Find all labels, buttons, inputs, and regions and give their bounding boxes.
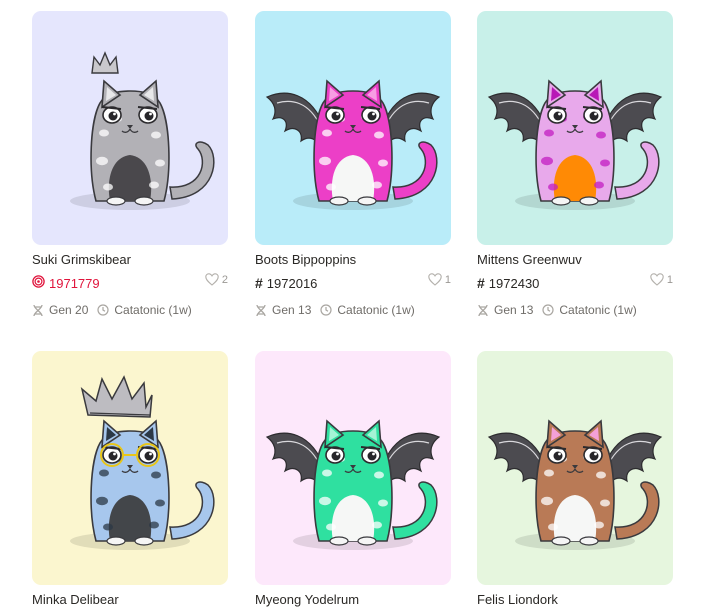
like-count: 1 bbox=[444, 273, 451, 286]
kitty-details-row: Gen 20 Catatonic (1w) bbox=[32, 303, 192, 317]
kitty-name[interactable]: Myeong Yodelrum bbox=[255, 592, 359, 607]
kitty-generation: Gen 13 bbox=[272, 303, 312, 317]
kitty-id-row: 1971779 2 bbox=[32, 273, 228, 293]
kitty-generation: Gen 13 bbox=[494, 303, 534, 317]
kitty-cooldown: Catatonic (1w) bbox=[337, 303, 415, 317]
like-count: 1 bbox=[666, 273, 673, 286]
kitty-id: 1971779 bbox=[49, 275, 100, 291]
kitty-illustration bbox=[70, 51, 215, 210]
kitty-name[interactable]: Minka Delibear bbox=[32, 592, 119, 607]
heart-icon bbox=[205, 273, 219, 286]
hash-icon: # bbox=[255, 275, 263, 291]
kitty-image-tile[interactable] bbox=[477, 11, 673, 245]
kitty-cooldown: Catatonic (1w) bbox=[114, 303, 192, 317]
kitty-id: 1972430 bbox=[488, 275, 540, 291]
kitty-name[interactable]: Mittens Greenwuv bbox=[477, 252, 582, 267]
fancy-id-icon bbox=[32, 275, 45, 291]
kitty-id-row: # 1972430 1 bbox=[477, 273, 673, 293]
kitty-details-row: Gen 13 Catatonic (1w) bbox=[255, 303, 415, 317]
clock-icon bbox=[320, 304, 332, 316]
kitty-illustration bbox=[70, 375, 215, 550]
kitty-id-link[interactable]: # 1972016 bbox=[255, 275, 317, 291]
kitty-id-row: # 1972016 1 bbox=[255, 273, 451, 293]
kitty-illustration bbox=[265, 79, 441, 210]
kitty-card-3[interactable]: Minka Delibear # bbox=[32, 351, 228, 607]
like-button[interactable]: 1 bbox=[428, 273, 451, 286]
kitty-card-5[interactable]: Felis Liondork # bbox=[477, 351, 673, 607]
kitty-image-tile[interactable] bbox=[255, 11, 451, 245]
kitty-illustration bbox=[265, 419, 441, 550]
kitty-image-tile[interactable] bbox=[32, 11, 228, 245]
heart-icon bbox=[650, 273, 664, 286]
kitty-name[interactable]: Boots Bippoppins bbox=[255, 252, 356, 267]
kitty-image-tile[interactable] bbox=[255, 351, 451, 585]
kitty-details-row: Gen 13 Catatonic (1w) bbox=[477, 303, 637, 317]
dna-icon bbox=[33, 304, 43, 316]
like-button[interactable]: 2 bbox=[205, 273, 228, 286]
kitty-name[interactable]: Felis Liondork bbox=[477, 592, 558, 607]
kitty-card-2[interactable]: Mittens Greenwuv # 1972430 1 Gen 13 Cata… bbox=[477, 11, 673, 317]
dna-icon bbox=[256, 304, 266, 316]
kitty-id-link[interactable]: 1971779 bbox=[32, 275, 100, 291]
kitty-cooldown: Catatonic (1w) bbox=[559, 303, 637, 317]
clock-icon bbox=[97, 304, 109, 316]
kitty-image-tile[interactable] bbox=[32, 351, 228, 585]
clock-icon bbox=[542, 304, 554, 316]
kitty-id-link[interactable]: # 1972430 bbox=[477, 275, 539, 291]
kitty-card-0[interactable]: Suki Grimskibear 1971779 2 Gen 20 Catato… bbox=[32, 11, 228, 317]
heart-icon bbox=[428, 273, 442, 286]
kitty-name[interactable]: Suki Grimskibear bbox=[32, 252, 131, 267]
kitty-illustration bbox=[487, 79, 663, 210]
kitty-id: 1972016 bbox=[266, 275, 318, 291]
like-button[interactable]: 1 bbox=[650, 273, 673, 286]
kitty-image-tile[interactable] bbox=[477, 351, 673, 585]
kitty-illustration bbox=[487, 419, 663, 550]
kitty-generation: Gen 20 bbox=[49, 303, 89, 317]
hash-icon: # bbox=[477, 275, 485, 291]
kitty-card-4[interactable]: Myeong Yodelrum # bbox=[255, 351, 451, 607]
dna-icon bbox=[478, 304, 488, 316]
kitty-card-1[interactable]: Boots Bippoppins # 1972016 1 Gen 13 Cata… bbox=[255, 11, 451, 317]
like-count: 2 bbox=[221, 273, 228, 286]
